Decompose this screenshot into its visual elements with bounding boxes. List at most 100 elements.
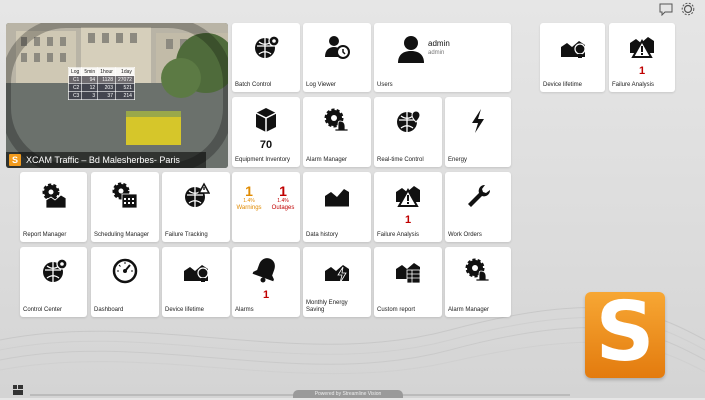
alarms-count: 1 [262,289,270,301]
outages-block: 1 1.4% Outages [266,184,300,212]
gear-calendar-icon [111,182,139,215]
tile-batch-control[interactable]: Batch Control [232,23,300,92]
tile-label: Alarm Manager [306,157,348,163]
tile-label: Device lifetime [165,307,205,313]
tile-label: Real-time Control [377,157,424,163]
tile-alarms[interactable]: 1 Alarms [232,247,300,317]
warning-chart-icon [394,180,422,213]
warning-chart-icon [628,31,656,64]
stats-cell: 214 [114,91,135,100]
stats-cell: 12 [81,83,99,92]
powered-by-text: Powered by Streamline Vision [314,391,382,397]
user-name: admin [428,39,450,48]
outages-count: 1 [279,183,287,199]
chart-bulb-icon [182,257,210,290]
tile-warnings-outages[interactable]: 1 1.4% Warnings 1 1.4% Outages [232,172,300,242]
chat-icon[interactable] [659,2,673,21]
brand-logo: S [585,288,665,378]
inventory-count: 70 [259,139,273,151]
tile-label: Alarms [235,307,254,313]
tile-energy[interactable]: Energy [445,97,511,167]
user-role: admin [428,50,445,56]
stats-cell: 3 [81,91,99,100]
gear-bell-icon [323,107,351,140]
tile-device-lifetime-top[interactable]: Device lifetime [540,23,605,92]
globe-warning-icon [182,182,211,215]
stats-header: Log [67,67,83,76]
tile-label: Failure Analysis [612,82,655,88]
tile-failure-analysis-mid[interactable]: 1 Failure Analysis [374,172,442,242]
camera-feed[interactable]: Log 5min 1hour 1day C1 94 1128 27072 C2 … [6,23,228,168]
failure-count: 1 [638,65,646,77]
area-chart-icon [323,182,351,215]
stats-cell: C2 [67,83,83,92]
stats-cell: C3 [67,91,83,100]
tile-label: Dashboard [94,307,124,313]
tile-scheduling-manager[interactable]: Scheduling Manager [91,172,159,242]
tile-monthly-energy-saving[interactable]: Monthly Energy Saving [303,247,371,317]
tile-realtime-control[interactable]: Real-time Control [374,97,442,167]
gear-bell-icon [464,257,492,290]
tile-alarm-manager-top[interactable]: Alarm Manager [303,97,371,167]
tile-log-viewer[interactable]: Log Viewer [303,23,371,92]
chart-table-icon [394,257,422,290]
tile-custom-report[interactable]: Custom report [374,247,442,317]
gear-icon[interactable] [681,2,695,21]
tile-label: Monthly Energy Saving [306,300,348,314]
top-toolbar [659,2,695,21]
tile-label: Scheduling Manager [94,232,150,238]
gauge-icon [111,257,139,290]
stats-cell: 521 [114,83,135,92]
brand-logo-letter: S [595,285,655,380]
stats-cell: 203 [97,83,116,92]
tile-label: Data history [306,232,339,238]
bell-icon [252,255,280,288]
stats-header: 5min [81,67,99,76]
tile-dashboard[interactable]: Dashboard [91,247,159,317]
tile-label: Energy [448,157,468,163]
stats-header: 1hour [97,67,116,76]
warnings-block: 1 1.4% Warnings [232,184,266,212]
tile-label: Device lifetime [543,82,583,88]
tile-alarm-manager-bottom[interactable]: Alarm Manager [445,247,511,317]
tile-label: Failure Analysis [377,232,420,238]
globe-gear-icon [252,33,280,66]
layout-toggle-icon[interactable] [13,382,23,395]
tile-failure-analysis-top[interactable]: 1 Failure Analysis [609,23,675,92]
powered-by-tab[interactable]: Powered by Streamline Vision [293,390,403,398]
camera-caption-text: XCAM Traffic – Bd Malesherbes- Paris [26,155,180,165]
globe-pin-icon [394,107,422,140]
tile-label: Users [377,82,393,88]
tile-label: Failure Tracking [165,232,208,238]
stats-cell: 27072 [114,75,135,84]
tile-device-lifetime-bottom[interactable]: Device lifetime [162,247,230,317]
clock-person-icon [323,33,351,66]
failure-count: 1 [404,214,412,226]
tile-label: Log Viewer [306,82,336,88]
lightning-icon [464,107,492,140]
tile-users[interactable]: admin admin Users [374,23,511,92]
tile-equipment-inventory[interactable]: 70 Equipment Inventory [232,97,300,167]
camera-logo-icon: S [9,154,21,166]
chart-lightning-icon [323,257,351,290]
globe-gear-icon [40,257,68,290]
tile-label-line1: Monthly Energy [306,300,348,306]
tile-label: Alarm Manager [448,307,490,313]
tile-work-orders[interactable]: Work Orders [445,172,511,242]
wrench-icon [464,182,492,215]
tile-failure-tracking[interactable]: Failure Tracking [162,172,230,242]
stats-header: 1day [114,67,135,76]
tile-label: Report Manager [23,232,67,238]
tile-report-manager[interactable]: Report Manager [20,172,87,242]
tile-label: Equipment Inventory [235,157,291,163]
chart-bulb-icon [559,33,587,66]
tile-label: Custom report [377,307,416,313]
box-icon [252,105,280,138]
warnings-pct: 1.4% [243,198,255,204]
outages-pct: 1.4% [277,198,289,204]
user-avatar-icon [398,35,424,68]
tile-data-history[interactable]: Data history [303,172,371,242]
tile-control-center[interactable]: Control Center [20,247,87,317]
tile-label: Batch Control [235,82,272,88]
warnings-label: Warnings [236,205,262,211]
